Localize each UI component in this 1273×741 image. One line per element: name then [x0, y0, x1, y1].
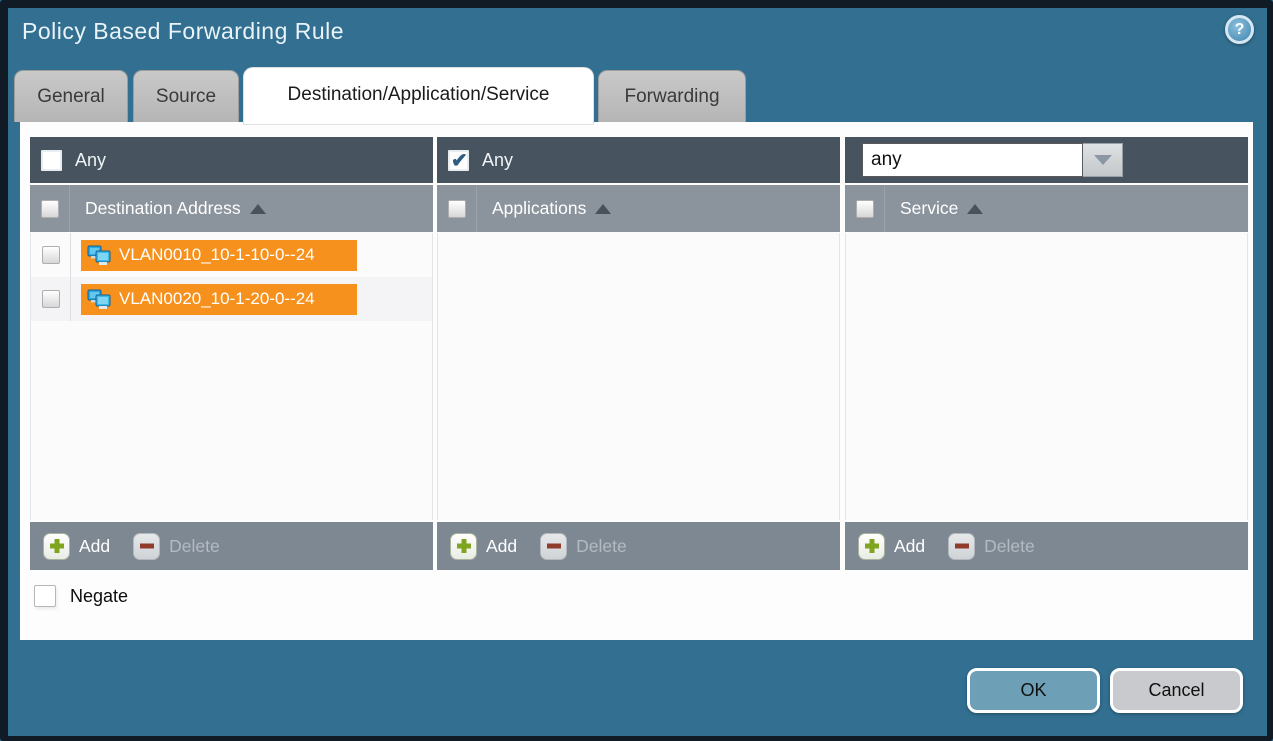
destination-address-column: Any Destination Address [30, 137, 433, 570]
dialog-title: Policy Based Forwarding Rule [22, 18, 344, 45]
add-button[interactable]: Add [894, 536, 925, 557]
service-toolbar: Add Delete [845, 522, 1248, 570]
delete-icon[interactable] [540, 533, 567, 560]
delete-button[interactable]: Delete [169, 536, 220, 557]
service-dropdown-value[interactable]: any [862, 143, 1083, 177]
delete-icon[interactable] [948, 533, 975, 560]
applications-header-label[interactable]: Applications [492, 198, 611, 219]
service-column: any Service Add [845, 137, 1248, 570]
negate-checkbox[interactable] [34, 585, 56, 607]
destination-column-header: Destination Address [30, 185, 433, 232]
destination-address-item[interactable]: VLAN0020_10-1-20-0--24 [81, 284, 357, 315]
address-group-icon [87, 245, 111, 266]
destination-list: VLAN0010_10-1-10-0--24 [30, 233, 433, 520]
chevron-down-icon [1094, 155, 1112, 165]
applications-toolbar: Add Delete [437, 522, 840, 570]
destination-any-checkbox[interactable] [41, 150, 62, 171]
applications-column-header: Applications [437, 185, 840, 232]
destination-any-bar: Any [30, 137, 433, 183]
delete-icon[interactable] [133, 533, 160, 560]
service-dropdown: any [862, 143, 1123, 177]
delete-button[interactable]: Delete [576, 536, 627, 557]
sort-ascending-icon [967, 204, 983, 214]
tab-bar: General Source Destination/Application/S… [14, 68, 746, 124]
row-checkbox[interactable] [42, 246, 60, 264]
add-button[interactable]: Add [486, 536, 517, 557]
table-row: VLAN0020_10-1-20-0--24 [31, 277, 432, 321]
row-checkbox[interactable] [42, 290, 60, 308]
tab-content-panel: Any Destination Address [20, 122, 1253, 640]
applications-any-bar: Any [437, 137, 840, 183]
destination-address-item[interactable]: VLAN0010_10-1-10-0--24 [81, 240, 357, 271]
address-group-icon [87, 289, 111, 310]
applications-list [437, 233, 840, 520]
delete-button[interactable]: Delete [984, 536, 1035, 557]
service-select-all-checkbox[interactable] [856, 200, 874, 218]
applications-column: Any Applications Add Delete [437, 137, 840, 570]
service-column-header: Service [845, 185, 1248, 232]
applications-any-checkbox[interactable] [448, 150, 469, 171]
add-icon[interactable] [450, 533, 477, 560]
ok-button[interactable]: OK [967, 668, 1100, 713]
sort-ascending-icon [595, 204, 611, 214]
tab-destination-application-service[interactable]: Destination/Application/Service [244, 68, 593, 124]
negate-option: Negate [34, 585, 128, 607]
service-dropdown-button[interactable] [1083, 143, 1123, 177]
tab-general[interactable]: General [14, 70, 128, 122]
service-header-label[interactable]: Service [900, 198, 983, 219]
service-list [845, 233, 1248, 520]
add-button[interactable]: Add [79, 536, 110, 557]
destination-select-all-checkbox[interactable] [41, 200, 59, 218]
service-any-bar: any [845, 137, 1248, 183]
negate-label: Negate [70, 586, 128, 607]
destination-any-label: Any [75, 150, 106, 171]
cancel-button[interactable]: Cancel [1110, 668, 1243, 713]
add-icon[interactable] [43, 533, 70, 560]
destination-header-label[interactable]: Destination Address [85, 198, 266, 219]
policy-based-forwarding-dialog: Policy Based Forwarding Rule ? General S… [0, 0, 1273, 741]
applications-select-all-checkbox[interactable] [448, 200, 466, 218]
tab-source[interactable]: Source [133, 70, 239, 122]
applications-any-label: Any [482, 150, 513, 171]
destination-toolbar: Add Delete [30, 522, 433, 570]
help-icon[interactable]: ? [1225, 15, 1254, 44]
add-icon[interactable] [858, 533, 885, 560]
tab-forwarding[interactable]: Forwarding [598, 70, 746, 122]
table-row: VLAN0010_10-1-10-0--24 [31, 233, 432, 277]
sort-ascending-icon [250, 204, 266, 214]
